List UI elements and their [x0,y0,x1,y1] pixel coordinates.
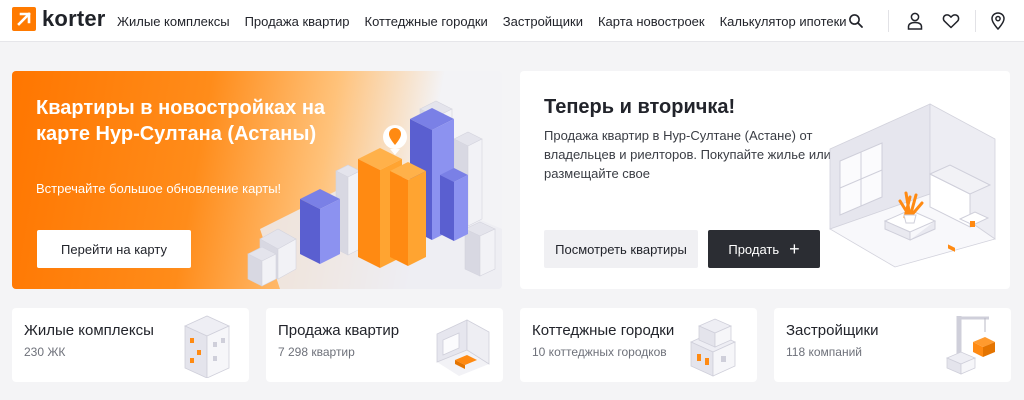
construction-crane-icon [945,316,995,375]
nav-apartments-sale[interactable]: Продажа квартир [245,14,350,29]
go-to-map-button[interactable]: Перейти на карту [37,230,191,268]
category-card-developers[interactable]: Застройщики 118 компаний [774,308,1011,382]
location-pin-icon[interactable] [986,9,1010,33]
nav-cottage-towns[interactable]: Коттеджные городки [365,14,488,29]
category-count: 230 ЖК [24,345,66,359]
secondary-market-description: Продажа квартир в Нур-Султане (Астане) о… [544,128,831,181]
apartment-room-icon [436,319,490,376]
category-card-residential-complexes[interactable]: Жилые комплексы 230 ЖК [12,308,249,382]
nav-new-buildings-map[interactable]: Карта новостроек [598,14,705,29]
room-interior-illustration [829,103,996,268]
plus-icon: + [789,239,800,259]
user-icon[interactable] [903,9,927,33]
nav-developers[interactable]: Застройщики [503,14,583,29]
category-title: Жилые комплексы [24,322,154,339]
main-nav: Жилые комплексы Продажа квартир Коттеджн… [117,0,862,42]
nav-mortgage-calculator[interactable]: Калькулятор ипотеки [720,14,847,29]
heart-icon[interactable] [939,9,963,33]
sell-button-label: Продать [728,241,780,257]
sell-button[interactable]: Продать + [708,230,820,268]
cottage-house-icon [690,318,736,377]
header-divider [975,10,976,32]
header-actions [844,0,1010,42]
top-header: korter Жилые комплексы Продажа квартир К… [0,0,1024,42]
secondary-market-title: Теперь и вторичка! [544,96,736,118]
category-title: Застройщики [786,322,879,339]
category-title: Коттеджные городки [532,322,675,339]
category-count: 118 компаний [786,345,862,359]
nav-residential-complexes[interactable]: Жилые комплексы [117,14,230,29]
category-card-apartments-sale[interactable]: Продажа квартир 7 298 квартир [266,308,503,382]
logo-text: korter [42,6,106,31]
secondary-market-banner: Теперь и вторичка! Продажа квартир в Нур… [520,71,1010,289]
logo[interactable]: korter [12,7,106,31]
apartment-building-icon [184,315,230,378]
view-apartments-button[interactable]: Посмотреть квартиры [544,230,698,268]
category-card-cottage-towns[interactable]: Коттеджные городки 10 коттеджных городко… [520,308,757,382]
search-icon[interactable] [844,9,868,33]
map-promo-banner[interactable]: Квартиры в новостройках на карте Нур-Сул… [12,71,502,289]
category-title: Продажа квартир [278,322,400,339]
city-map-illustration [247,100,502,289]
header-divider [888,10,889,32]
logo-arrow-icon [12,7,36,31]
category-count: 7 298 квартир [278,345,355,359]
category-count: 10 коттеджных городков [532,345,667,359]
